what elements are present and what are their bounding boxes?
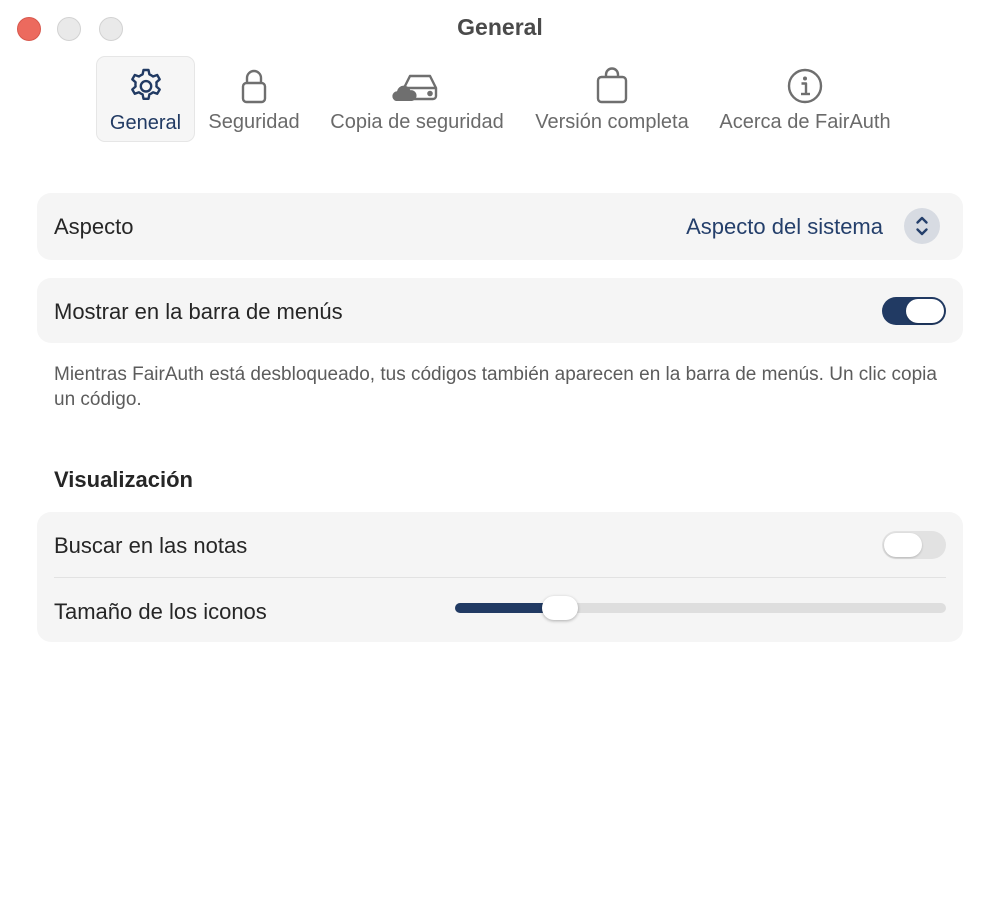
slider-thumb[interactable] — [542, 596, 579, 620]
tab-label: Copia de seguridad — [330, 111, 504, 133]
cloud-drive-icon — [392, 74, 438, 101]
search-notes-label: Buscar en las notas — [54, 533, 248, 558]
appearance-card: Aspecto Aspecto del sistema — [37, 193, 963, 260]
tab-backup[interactable]: Copia de seguridad — [322, 56, 512, 142]
display-section-title: Visualización — [54, 467, 193, 492]
preferences-toolbar: General Seguridad Copia de seguridad Ver… — [0, 56, 1000, 146]
chevron-up-down-icon — [916, 216, 928, 236]
appearance-popup-value[interactable]: Aspecto del sistema — [686, 214, 883, 240]
menubar-label: Mostrar en la barra de menús — [54, 299, 343, 324]
row-divider — [54, 577, 946, 578]
icon-size-label: Tamaño de los iconos — [54, 599, 267, 624]
toggle-knob — [884, 533, 922, 557]
tab-full-version[interactable]: Versión completa — [527, 56, 697, 142]
menubar-card: Mostrar en la barra de menús — [37, 278, 963, 343]
appearance-label: Aspecto — [54, 214, 134, 239]
search-notes-toggle[interactable] — [882, 531, 946, 559]
info-icon — [787, 68, 823, 104]
tab-general[interactable]: General — [96, 56, 195, 142]
gear-icon — [130, 68, 161, 100]
menubar-note: Mientras FairAuth está desbloqueado, tus… — [54, 364, 937, 410]
icon-size-slider[interactable] — [455, 603, 946, 613]
window-title: General — [457, 14, 543, 40]
tab-label: Acerca de FairAuth — [719, 111, 891, 133]
appearance-popup-button[interactable] — [904, 208, 940, 244]
display-card: Buscar en las notas Tamaño de los iconos — [37, 512, 963, 642]
menubar-toggle[interactable] — [882, 297, 946, 325]
title-bar: General — [0, 0, 1000, 56]
lock-icon — [241, 69, 267, 104]
tab-label: General — [109, 112, 182, 134]
toggle-knob — [906, 299, 944, 323]
tab-label: Seguridad — [208, 111, 300, 133]
tab-security[interactable]: Seguridad — [203, 56, 305, 142]
tab-label: Versión completa — [535, 111, 689, 133]
shopping-bag-icon — [596, 67, 628, 104]
tab-about[interactable]: Acerca de FairAuth — [712, 56, 898, 142]
